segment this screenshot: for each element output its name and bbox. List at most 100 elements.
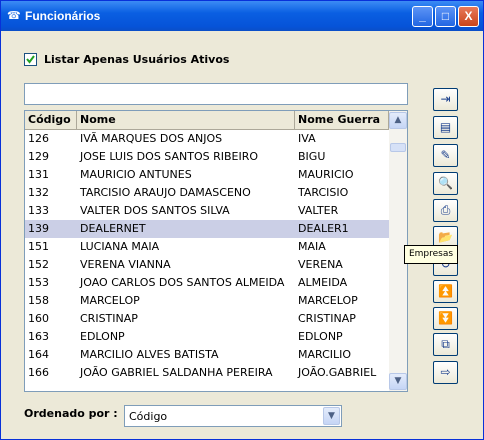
print-preview-icon: 🔍: [438, 176, 453, 190]
order-by-label: Ordenado por :: [24, 407, 118, 420]
minimize-button[interactable]: _: [412, 6, 433, 27]
cell-nome: TARCISIO ARAUJO DAMASCENO: [80, 186, 251, 199]
table-row[interactable]: 153 JOAO CARLOS DOS SANTOS ALMEIDA ALMEIDA: [25, 274, 389, 292]
insert-record-icon: ⇥: [440, 92, 451, 106]
cell-nome: JOAO CARLOS DOS SANTOS ALMEIDA: [80, 276, 285, 289]
cell-nome: LUCIANA MAIA: [80, 240, 160, 253]
table-row[interactable]: 158 MARCELOP MARCELOP: [25, 292, 389, 310]
cell-nome-guerra: JOÃO.GABRIEL: [298, 366, 377, 379]
cell-nome-guerra: ALMEIDA: [298, 276, 348, 289]
cell-codigo: 133: [28, 204, 49, 217]
table-row[interactable]: 151 LUCIANA MAIA MAIA: [25, 238, 389, 256]
column-header-nome-guerra[interactable]: Nome Guerra: [295, 111, 389, 129]
active-users-checkbox[interactable]: [24, 53, 37, 66]
printer-icon: ⎙: [440, 203, 451, 217]
cell-codigo: 163: [28, 330, 49, 343]
cell-codigo: 132: [28, 186, 49, 199]
cell-nome: IVÃ MARQUES DOS ANJOS: [80, 132, 223, 145]
table-row[interactable]: 166 JOÃO GABRIEL SALDANHA PEREIRA JOÃO.GAB…: [25, 364, 389, 382]
cell-nome-guerra: MARCELOP: [298, 294, 358, 307]
cell-codigo: 153: [28, 276, 49, 289]
copy-button[interactable]: ⧉: [433, 333, 458, 356]
close-button[interactable]: X: [458, 6, 479, 27]
tooltip: Empresas: [404, 245, 458, 264]
scroll-up-icon[interactable]: ▲: [389, 112, 407, 129]
employees-grid: Código Nome Nome Guerra 126 IVÃ MARQUES D…: [24, 110, 408, 392]
edit-record-icon: ▤: [439, 120, 452, 134]
cell-nome-guerra: MARCILIO: [298, 348, 352, 361]
table-row[interactable]: 152 VERENA VIANNA VERENA: [25, 256, 389, 274]
column-header-nome[interactable]: Nome: [77, 111, 295, 129]
table-row[interactable]: 160 CRISTINAP CRISTINAP: [25, 310, 389, 328]
cell-nome-guerra: IVA: [298, 132, 316, 145]
cell-codigo: 160: [28, 312, 49, 325]
printer-button[interactable]: ⎙: [433, 199, 458, 222]
insert-record-button[interactable]: ⇥: [433, 88, 458, 111]
edit-record-button[interactable]: ▤: [433, 116, 458, 139]
table-row[interactable]: 126 IVÃ MARQUES DOS ANJOS IVA: [25, 130, 389, 148]
active-users-label[interactable]: Listar Apenas Usuários Ativos: [44, 53, 229, 66]
cell-codigo: 131: [28, 168, 49, 181]
table-row[interactable]: 129 JOSE LUIS DOS SANTOS RIBEIRO BIGU: [25, 148, 389, 166]
table-row[interactable]: 131 MAURICIO ANTUNES MAURICIO: [25, 166, 389, 184]
last-record-button[interactable]: ⏬: [433, 307, 458, 330]
cell-nome: VERENA VIANNA: [80, 258, 171, 271]
cell-nome-guerra: DEALER1: [298, 222, 349, 235]
folder-icon: 📂: [438, 230, 453, 244]
table-row[interactable]: 133 VALTER DOS SANTOS SILVA VALTER: [25, 202, 389, 220]
cell-nome: DEALERNET: [80, 222, 146, 235]
cell-nome-guerra: MAIA: [298, 240, 326, 253]
first-record-icon: ⏫: [438, 284, 453, 298]
exit-button[interactable]: ⇨: [433, 361, 458, 384]
last-record-icon: ⏬: [438, 311, 453, 325]
cell-codigo: 139: [28, 222, 49, 235]
cell-nome: VALTER DOS SANTOS SILVA: [80, 204, 230, 217]
cell-nome: MARCELOP: [80, 294, 140, 307]
copy-icon: ⧉: [441, 337, 450, 351]
column-header-codigo[interactable]: Código: [25, 111, 77, 129]
chevron-down-icon[interactable]: ▼: [323, 407, 340, 425]
cell-codigo: 129: [28, 150, 49, 163]
title-bar[interactable]: ☎ Funcionários _ □ X: [1, 1, 483, 31]
cell-nome-guerra: VERENA: [298, 258, 343, 271]
print-preview-button[interactable]: 🔍: [433, 172, 458, 195]
cell-codigo: 164: [28, 348, 49, 361]
funcionarios-window: ☎ Funcionários _ □ X Listar Apenas Usuár…: [0, 0, 484, 440]
cell-nome-guerra: TARCISIO: [298, 186, 349, 199]
cell-nome: MAURICIO ANTUNES: [80, 168, 192, 181]
cell-nome: JOÃO GABRIEL SALDANHA PEREIRA: [80, 366, 273, 379]
table-row[interactable]: 139 DEALERNET DEALER1: [25, 220, 389, 238]
cell-codigo: 166: [28, 366, 49, 379]
cell-nome-guerra: BIGU: [298, 150, 326, 163]
cell-nome-guerra: MAURICIO: [298, 168, 354, 181]
table-row[interactable]: 132 TARCISIO ARAUJO DAMASCENO TARCISIO: [25, 184, 389, 202]
grid-rows: 126 IVÃ MARQUES DOS ANJOS IVA 129 JOSE LUIS …: [25, 130, 389, 382]
grid-header: Código Nome Nome Guerra: [25, 111, 389, 130]
check-icon: [26, 55, 35, 64]
cell-nome: CRISTINAP: [80, 312, 138, 325]
cell-nome-guerra: CRISTINAP: [298, 312, 356, 325]
cell-codigo: 126: [28, 132, 49, 145]
phone-icon: ☎: [7, 9, 21, 22]
cell-codigo: 151: [28, 240, 49, 253]
eraser-button[interactable]: ✎: [433, 144, 458, 167]
eraser-icon: ✎: [440, 148, 451, 162]
scroll-down-icon[interactable]: ▼: [389, 373, 407, 390]
order-by-value: Código: [129, 410, 168, 423]
window-title: Funcionários: [25, 9, 101, 23]
scroll-thumb[interactable]: [390, 143, 406, 152]
maximize-button[interactable]: □: [435, 6, 456, 27]
cell-nome-guerra: EDLONP: [298, 330, 343, 343]
cell-codigo: 152: [28, 258, 49, 271]
first-record-button[interactable]: ⏫: [433, 280, 458, 303]
cell-nome: MARCILIO ALVES BATISTA: [80, 348, 219, 361]
cell-nome: EDLONP: [80, 330, 125, 343]
cell-codigo: 158: [28, 294, 49, 307]
order-by-select[interactable]: Código ▼: [124, 405, 342, 427]
search-input[interactable]: [24, 83, 408, 105]
table-row[interactable]: 163 EDLONP EDLONP: [25, 328, 389, 346]
cell-nome-guerra: VALTER: [298, 204, 339, 217]
exit-icon: ⇨: [440, 365, 451, 379]
table-row[interactable]: 164 MARCILIO ALVES BATISTA MARCILIO: [25, 346, 389, 364]
cell-nome: JOSE LUIS DOS SANTOS RIBEIRO: [80, 150, 259, 163]
